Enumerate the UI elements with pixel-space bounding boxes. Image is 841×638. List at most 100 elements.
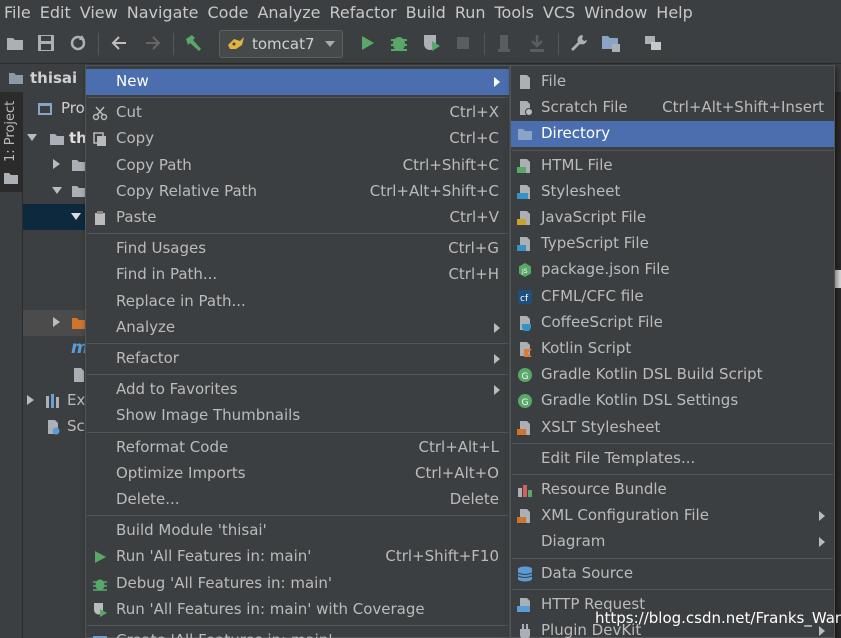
folder-icon bbox=[4, 173, 18, 184]
menu-item-file[interactable]: File bbox=[511, 69, 834, 95]
menu-item-edit-file-templates[interactable]: Edit File Templates... bbox=[511, 446, 834, 472]
debug-icon[interactable] bbox=[388, 32, 410, 54]
menu-separator bbox=[512, 149, 833, 151]
expand-arrow-icon[interactable] bbox=[71, 213, 81, 220]
menu-item-javascript-file[interactable]: JavaScript File bbox=[511, 205, 834, 231]
build-hammer-icon[interactable] bbox=[183, 32, 205, 54]
menu-item-copy-path[interactable]: Copy Path Ctrl+Shift+C bbox=[86, 153, 509, 179]
menu-item-label: Analyze bbox=[116, 317, 176, 336]
menu-item-coffeescript-file[interactable]: CoffeeScript File bbox=[511, 310, 834, 336]
project-view-icon bbox=[38, 103, 52, 115]
menu-item-stylesheet[interactable]: Stylesheet bbox=[511, 179, 834, 205]
menu-analyze[interactable]: Analyze bbox=[256, 3, 328, 22]
menu-item-directory[interactable]: Directory bbox=[511, 121, 834, 148]
file-icon bbox=[520, 75, 530, 89]
sync-icon[interactable] bbox=[67, 32, 89, 54]
svg-text:JS: JS bbox=[521, 268, 528, 275]
menu-item-optimize-imports[interactable]: Optimize Imports Ctrl+Alt+O bbox=[86, 461, 509, 487]
menu-item-html-file[interactable]: HTML File bbox=[511, 153, 834, 179]
menu-item-cfml-cfc-file[interactable]: cf CFML/CFC file bbox=[511, 284, 834, 310]
menu-item-xml-configuration-file[interactable]: XML Configuration File bbox=[511, 503, 834, 529]
wrench-icon[interactable] bbox=[568, 32, 590, 54]
menu-item-cut[interactable]: Cut Ctrl+X bbox=[86, 100, 509, 126]
menu-item-find-usages[interactable]: Find Usages Ctrl+G bbox=[86, 236, 509, 262]
debug-icon bbox=[93, 579, 107, 591]
menu-code[interactable]: Code bbox=[207, 3, 257, 22]
menu-item-create-all-features-in-main[interactable]: Create 'All Features in: main'... bbox=[86, 628, 509, 638]
tree-row-selected[interactable] bbox=[23, 204, 85, 230]
tree-row[interactable] bbox=[23, 178, 86, 204]
collapse-arrow-icon[interactable] bbox=[53, 317, 60, 327]
menu-item-package-json-file[interactable]: JS package.json File bbox=[511, 257, 834, 283]
menu-item-resource-bundle[interactable]: Resource Bundle bbox=[511, 477, 834, 503]
run-icon[interactable] bbox=[356, 32, 378, 54]
folder-icon bbox=[518, 129, 532, 141]
menu-item-run-all-features-in-main[interactable]: Run 'All Features in: main' Ctrl+Shift+F1… bbox=[86, 544, 509, 570]
breadcrumb-project[interactable]: thisai bbox=[30, 69, 77, 87]
menu-item-diagram[interactable]: Diagram bbox=[511, 529, 834, 555]
menu-item-typescript-file[interactable]: TypeScript File bbox=[511, 231, 834, 257]
expand-arrow-icon[interactable] bbox=[27, 134, 37, 141]
breadcrumb[interactable]: thisai bbox=[8, 69, 77, 87]
tree-row-root[interactable]: th bbox=[23, 126, 87, 152]
tree-row-external-libraries[interactable]: Ex bbox=[23, 388, 85, 414]
menu-item-data-source[interactable]: Data Source bbox=[511, 561, 834, 587]
menu-build[interactable]: Build bbox=[405, 3, 454, 22]
menu-item-refactor[interactable]: Refactor bbox=[86, 346, 509, 372]
menu-run[interactable]: Run bbox=[454, 3, 494, 22]
menu-item-gradle-kotlin-dsl-settings[interactable]: G Gradle Kotlin DSL Settings bbox=[511, 388, 834, 414]
menu-vcs[interactable]: VCS bbox=[542, 3, 583, 22]
menu-item-copy-relative-path[interactable]: Copy Relative Path Ctrl+Alt+Shift+C bbox=[86, 179, 509, 205]
menu-item-paste[interactable]: Paste Ctrl+V bbox=[86, 205, 509, 231]
run-with-coverage-icon[interactable] bbox=[420, 32, 442, 54]
menu-separator bbox=[512, 474, 833, 475]
tree-row-scratches[interactable]: Sc bbox=[23, 414, 85, 440]
menu-item-kotlin-script[interactable]: Kotlin Script bbox=[511, 336, 834, 362]
menu-edit[interactable]: Edit bbox=[39, 3, 79, 22]
stop-icon[interactable] bbox=[452, 32, 474, 54]
menu-help[interactable]: Help bbox=[655, 3, 700, 22]
menu-separator bbox=[87, 515, 508, 517]
back-arrow-icon[interactable] bbox=[108, 32, 130, 54]
tree-row[interactable]: m bbox=[23, 336, 89, 362]
save-icon[interactable] bbox=[35, 32, 57, 54]
sdk-manager-icon[interactable] bbox=[642, 32, 664, 54]
menu-item-label: Find in Path... bbox=[116, 265, 218, 284]
project-tool-tab[interactable]: 1: Project bbox=[0, 92, 23, 192]
menu-view[interactable]: View bbox=[79, 3, 126, 22]
vcs-update-icon[interactable] bbox=[494, 32, 516, 54]
menu-tools[interactable]: Tools bbox=[494, 3, 542, 22]
menu-item-add-to-favorites[interactable]: Add to Favorites bbox=[86, 377, 509, 403]
menu-navigate[interactable]: Navigate bbox=[126, 3, 207, 22]
menu-item-show-image-thumbnails[interactable]: Show Image Thumbnails bbox=[86, 403, 509, 429]
expand-arrow-icon[interactable] bbox=[52, 187, 62, 194]
menu-item-run-all-features-in-main-with-coverage[interactable]: Run 'All Features in: main' with Coverag… bbox=[86, 597, 509, 623]
menu-item-analyze[interactable]: Analyze bbox=[86, 315, 509, 341]
collapse-arrow-icon[interactable] bbox=[53, 159, 60, 169]
menu-item-copy[interactable]: Copy Ctrl+C bbox=[86, 126, 509, 152]
project-structure-icon[interactable] bbox=[600, 32, 622, 54]
menu-refactor[interactable]: Refactor bbox=[329, 3, 405, 22]
menu-item-gradle-kotlin-dsl-build-script[interactable]: G Gradle Kotlin DSL Build Script bbox=[511, 362, 834, 388]
menu-item-scratch-file[interactable]: Scratch File Ctrl+Alt+Shift+Insert bbox=[511, 95, 834, 121]
vcs-commit-icon[interactable] bbox=[526, 32, 548, 54]
menu-item-find-in-path[interactable]: Find in Path... Ctrl+H bbox=[86, 262, 509, 288]
menu-item-build-module-thisai[interactable]: Build Module 'thisai' bbox=[86, 518, 509, 544]
menu-item-label: Optimize Imports bbox=[116, 463, 246, 482]
tree-row[interactable] bbox=[23, 310, 86, 336]
menu-file[interactable]: File bbox=[3, 3, 39, 22]
menu-item-new[interactable]: New bbox=[86, 69, 509, 95]
menu-item-xslt-stylesheet[interactable]: XSLT Stylesheet bbox=[511, 415, 834, 441]
tree-row[interactable] bbox=[23, 152, 86, 178]
menu-item-reformat-code[interactable]: Reformat Code Ctrl+Alt+L bbox=[86, 435, 509, 461]
tree-row[interactable] bbox=[23, 362, 85, 388]
collapse-arrow-icon[interactable] bbox=[27, 395, 34, 405]
menu-window[interactable]: Window bbox=[583, 3, 655, 22]
run-configuration-select[interactable]: tomcat7 bbox=[219, 30, 343, 58]
menu-item-delete[interactable]: Delete... Delete bbox=[86, 487, 509, 513]
forward-arrow-icon[interactable] bbox=[142, 32, 164, 54]
open-folder-icon[interactable] bbox=[5, 32, 27, 54]
menu-separator bbox=[87, 431, 508, 433]
menu-item-replace-in-path[interactable]: Replace in Path... bbox=[86, 289, 509, 315]
menu-item-debug-all-features-in-main[interactable]: Debug 'All Features in: main' bbox=[86, 571, 509, 597]
